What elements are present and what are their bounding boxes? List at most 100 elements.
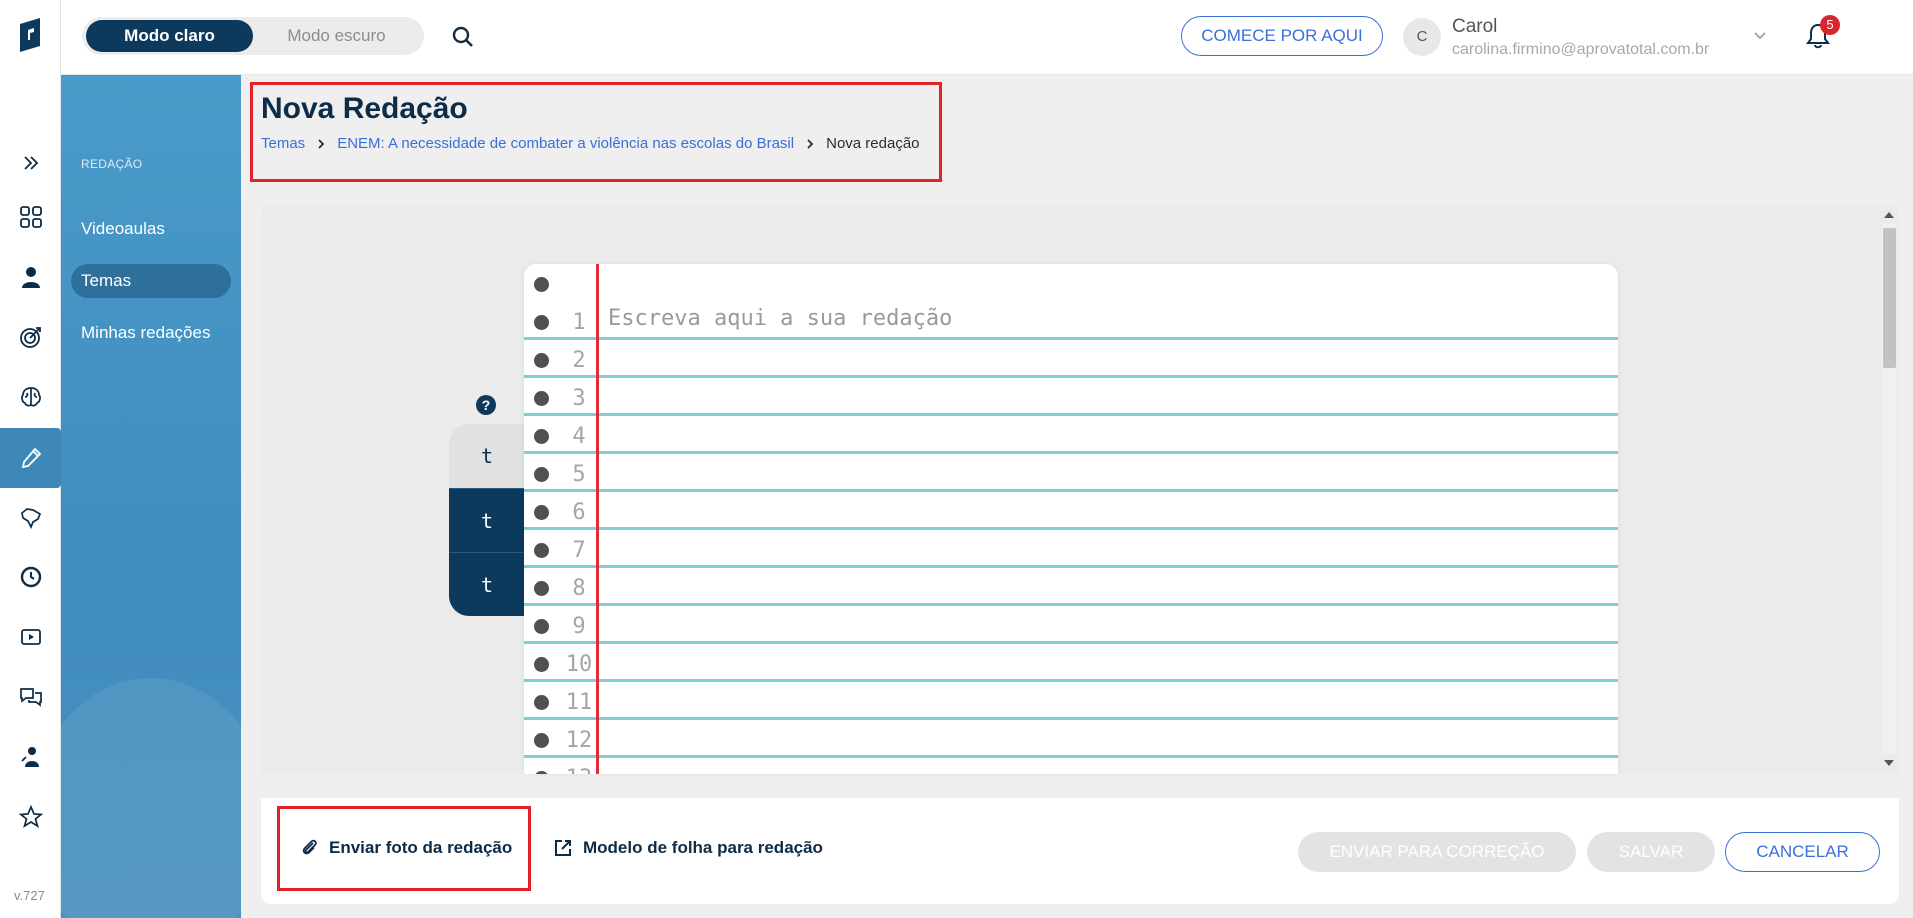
sidebar-decoration [61,678,241,918]
line-number: 4 [572,424,586,449]
breadcrumb-link-temas[interactable]: Temas [261,135,305,152]
sheet-line[interactable]: 5 [524,454,1618,492]
brazil-map-icon[interactable] [16,502,46,532]
line-number: 1 [572,310,586,335]
sheet-line[interactable]: 10 [524,644,1618,682]
line-number: 12 [565,728,593,753]
binder-hole [534,391,549,406]
dark-mode-option[interactable]: Modo escuro [254,20,419,52]
binder-hole [534,581,549,596]
sheet-header-line [524,264,1618,302]
binder-hole [534,657,549,672]
sheet-model-link[interactable]: Modelo de folha para redação [553,838,823,858]
line-number: 13 [564,766,594,774]
text-tool-button[interactable]: t [449,488,525,552]
binder-hole [534,733,549,748]
sheet-line[interactable]: 3 [524,378,1618,416]
breadcrumb: Temas ENEM: A necessidade de combater a … [261,135,920,152]
binder-hole [534,619,549,634]
chat-icon[interactable] [16,682,46,712]
mentor-icon[interactable] [16,742,46,772]
user-icon[interactable] [16,262,46,292]
line-number: 7 [572,538,586,563]
text-tool-button[interactable]: t [449,552,525,616]
user-email: carolina.firmino@aprovatotal.com.br [1452,41,1710,58]
help-icon[interactable]: ? [476,395,496,415]
binder-hole [534,695,549,710]
line-number: 2 [572,348,586,373]
sheet-line[interactable]: 8 [524,568,1618,606]
clock-icon[interactable] [16,562,46,592]
essay-sheet[interactable]: 1 2 3 4 5 6 7 8 9 10 11 12 13 Escreva aq… [524,264,1618,774]
light-mode-option[interactable]: Modo claro [86,20,253,52]
sidebar-item-minhas-redacoes[interactable]: Minhas redações [71,316,231,350]
scroll-up-arrow-icon[interactable] [1884,212,1894,218]
logo-icon[interactable] [18,18,42,52]
pencil-icon[interactable] [0,428,61,488]
sheet-model-label: Modelo de folha para redação [583,838,823,857]
page-title: Nova Redação [261,92,468,125]
sheet-line[interactable]: 11 [524,682,1618,720]
essay-placeholder[interactable]: Escreva aqui a sua redação [608,306,952,331]
line-number: 6 [572,500,586,525]
paperclip-icon [302,839,317,855]
sheet-line[interactable]: 4 [524,416,1618,454]
breadcrumb-link-theme[interactable]: ENEM: A necessidade de combater a violên… [337,135,794,152]
app-version: v.727 [14,888,45,903]
upload-photo-label: Enviar foto da redação [329,838,513,857]
line-number: 5 [572,462,586,487]
breadcrumb-current: Nova redação [826,135,920,152]
sheet-line[interactable]: 12 [524,720,1618,758]
sidebar-item-videoaulas[interactable]: Videoaulas [71,212,231,246]
video-icon[interactable] [16,622,46,652]
sheet-line[interactable]: 9 [524,606,1618,644]
dashboard-icon[interactable] [16,202,46,232]
target-icon[interactable] [16,322,46,352]
sheet-margin-line [596,264,599,774]
start-here-button[interactable]: COMECE POR AQUI [1181,16,1383,56]
sidebar-item-temas[interactable]: Temas [71,264,231,298]
theme-toggle[interactable]: Modo claro Modo escuro [82,17,424,55]
scrollbar-thumb[interactable] [1883,228,1896,368]
binder-hole [534,543,549,558]
cancel-button[interactable]: CANCELAR [1725,832,1880,872]
binder-hole [534,505,549,520]
avatar[interactable]: C [1403,18,1441,56]
line-number: 11 [565,690,593,715]
expand-icon[interactable] [16,148,46,178]
binder-hole [534,429,549,444]
text-tools: t t t [449,424,525,616]
user-name[interactable]: Carol [1452,16,1497,38]
save-button[interactable]: SALVAR [1587,832,1715,872]
icon-rail: v.727 [0,0,61,918]
binder-hole [534,771,549,774]
line-number: 8 [572,576,586,601]
text-tool-button[interactable]: t [449,424,525,488]
send-for-correction-button[interactable]: ENVIAR PARA CORREÇÃO [1298,832,1576,872]
sidebar-section-title: REDAÇÃO [81,157,143,171]
sheet-line[interactable]: 6 [524,492,1618,530]
chevron-right-icon [316,138,326,149]
sheet-line[interactable]: 7 [524,530,1618,568]
star-icon[interactable] [16,802,46,832]
sheet-line[interactable]: 2 [524,340,1618,378]
brain-icon[interactable] [16,382,46,412]
chevron-right-icon [805,138,815,149]
binder-hole [534,315,549,330]
editor-scrollbar[interactable] [1878,208,1898,774]
external-link-icon [555,840,571,856]
notification-badge: 5 [1820,15,1840,35]
line-number: 9 [572,614,586,639]
top-header: Modo claro Modo escuro COMECE POR AQUI C… [61,0,1913,75]
line-number: 10 [565,652,593,677]
section-sidebar: REDAÇÃO Videoaulas Temas Minhas redações [61,75,241,918]
binder-hole [534,467,549,482]
chevron-down-icon[interactable] [1751,26,1769,44]
search-icon[interactable] [448,22,478,52]
scroll-down-arrow-icon[interactable] [1884,760,1894,766]
binder-hole [534,353,549,368]
upload-photo-button[interactable]: Enviar foto da redação [301,838,512,858]
line-number: 3 [572,386,586,411]
sheet-line[interactable]: 13 [524,758,1618,774]
binder-hole [534,277,549,292]
